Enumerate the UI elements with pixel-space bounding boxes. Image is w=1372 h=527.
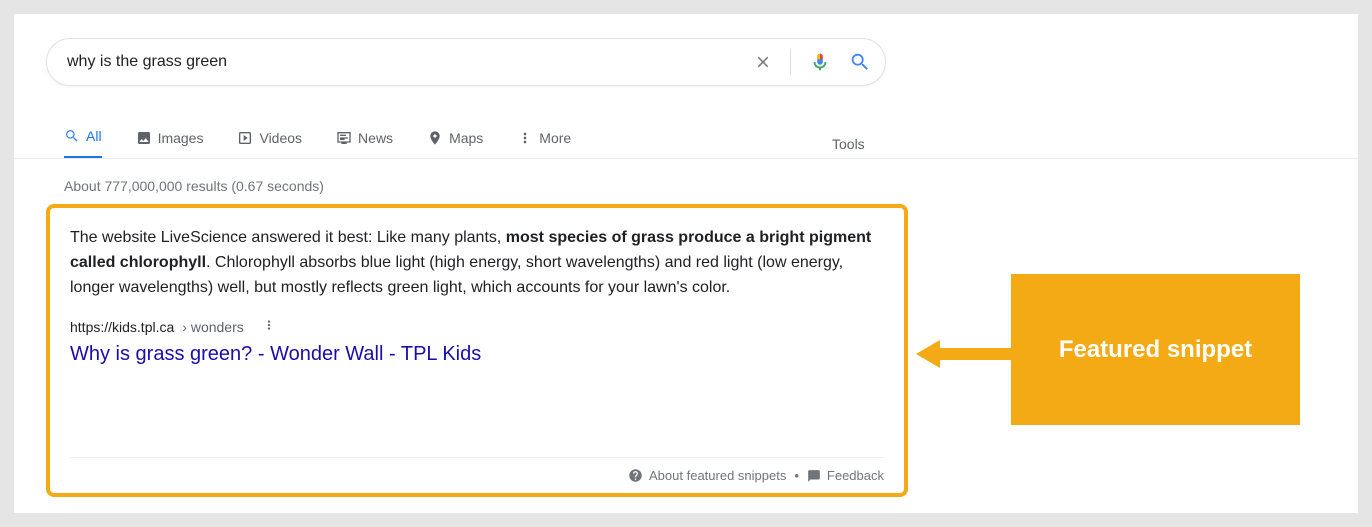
tabs-border [14,158,1358,159]
tab-label: All [86,128,102,144]
tab-label: Images [158,130,204,146]
tab-maps[interactable]: Maps [427,130,483,158]
tab-videos[interactable]: Videos [237,130,302,158]
snippet-text: The website LiveScience answered it best… [70,226,884,300]
tab-more[interactable]: More [517,130,571,158]
divider [790,49,791,75]
snippet-pre: The website LiveScience answered it best… [70,229,506,246]
tab-label: News [358,130,393,146]
feedback-icon [807,469,821,483]
search-input[interactable] [67,53,754,71]
tab-all[interactable]: All [64,128,102,159]
callout-label: Featured snippet [1059,336,1252,364]
featured-snippet: The website LiveScience answered it best… [46,204,908,497]
tab-news[interactable]: News [336,130,393,158]
page-canvas: All Images Videos News Maps More Tools A… [14,14,1358,513]
cite-domain: https://kids.tpl.ca [70,319,174,335]
bullet: • [794,468,799,483]
annotation-arrow [916,340,1012,368]
tools-link[interactable]: Tools [832,136,865,152]
result-cite: https://kids.tpl.ca › wonders [70,318,884,335]
search-bar[interactable] [46,38,886,86]
tab-label: More [539,130,571,146]
annotation-callout: Featured snippet [1011,274,1300,425]
snippet-footer: About featured snippets • Feedback [70,457,884,483]
search-bar-actions [754,49,871,75]
tab-label: Videos [259,130,302,146]
arrow-head-icon [916,340,940,368]
cite-path: › wonders [182,319,243,335]
search-icon[interactable] [849,51,871,73]
result-title-link[interactable]: Why is grass green? - Wonder Wall - TPL … [70,341,884,366]
result-stats: About 777,000,000 results (0.67 seconds) [64,178,324,194]
feedback-label: Feedback [827,468,884,483]
help-icon [628,468,643,483]
mic-icon[interactable] [809,51,831,73]
about-featured-snippets-link[interactable]: About featured snippets [628,468,786,483]
arrow-shaft [940,348,1012,360]
tabs-row: All Images Videos News Maps More Tools [64,128,1358,159]
tab-images[interactable]: Images [136,130,204,158]
feedback-link[interactable]: Feedback [807,468,884,483]
about-label: About featured snippets [649,468,786,483]
tab-label: Maps [449,130,483,146]
clear-icon[interactable] [754,53,772,71]
more-icon[interactable] [262,318,276,335]
